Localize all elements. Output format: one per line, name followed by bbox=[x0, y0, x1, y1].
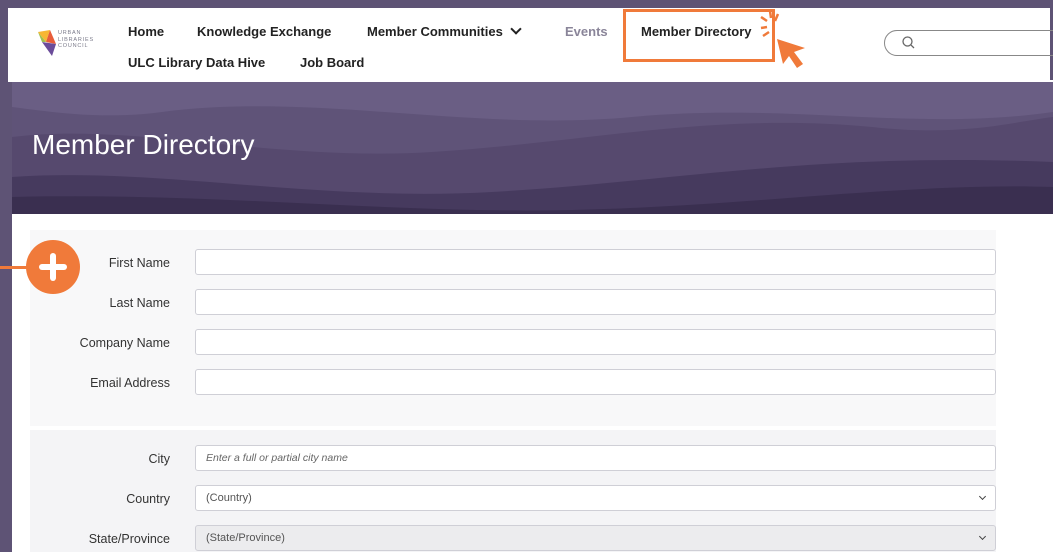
city-label: City bbox=[148, 452, 170, 466]
chevron-down-icon bbox=[978, 532, 987, 541]
state-province-selected-value: (State/Province) bbox=[206, 532, 285, 544]
nav-home[interactable]: Home bbox=[128, 24, 164, 39]
nav-job-board[interactable]: Job Board bbox=[300, 55, 364, 70]
company-name-label: Company Name bbox=[79, 336, 170, 350]
email-address-label: Email Address bbox=[90, 376, 170, 390]
country-selected-value: (Country) bbox=[206, 492, 252, 504]
cursor-pointer-icon bbox=[760, 10, 805, 68]
plus-icon bbox=[26, 240, 80, 294]
first-name-field[interactable] bbox=[195, 249, 996, 275]
ulc-logo[interactable]: URBAN LIBRARIES COUNCIL bbox=[36, 28, 116, 68]
plus-connector-line bbox=[0, 266, 28, 269]
country-label: Country bbox=[126, 492, 170, 506]
nav-member-communities-label: Member Communities bbox=[367, 24, 503, 39]
chevron-down-icon bbox=[510, 23, 522, 35]
logo-mark-icon bbox=[38, 30, 56, 56]
window-frame-left-lower bbox=[0, 82, 12, 552]
site-header: URBAN LIBRARIES COUNCIL Home Knowledge E… bbox=[8, 8, 1053, 80]
search-icon[interactable] bbox=[901, 35, 917, 51]
window-frame-left bbox=[0, 0, 8, 82]
nav-member-communities[interactable]: Member Communities bbox=[367, 23, 522, 39]
logo-text: URBAN LIBRARIES COUNCIL bbox=[58, 30, 94, 49]
country-select[interactable]: (Country) bbox=[195, 485, 996, 511]
nav-knowledge-exchange[interactable]: Knowledge Exchange bbox=[197, 24, 331, 39]
chevron-down-icon bbox=[978, 492, 987, 501]
city-field[interactable]: Enter a full or partial city name bbox=[195, 445, 996, 471]
state-province-select[interactable]: (State/Province) bbox=[195, 525, 996, 551]
page-banner: Member Directory bbox=[12, 82, 1053, 214]
last-name-label: Last Name bbox=[109, 296, 170, 310]
email-address-field[interactable] bbox=[195, 369, 996, 395]
window-frame-top bbox=[0, 0, 1053, 8]
state-province-label: State/Province bbox=[88, 532, 170, 546]
page-title: Member Directory bbox=[32, 129, 255, 160]
nav-ulc-library-data-hive[interactable]: ULC Library Data Hive bbox=[128, 55, 265, 70]
last-name-field[interactable] bbox=[195, 289, 996, 315]
company-name-field[interactable] bbox=[195, 329, 996, 355]
nav-events[interactable]: Events bbox=[565, 24, 608, 39]
